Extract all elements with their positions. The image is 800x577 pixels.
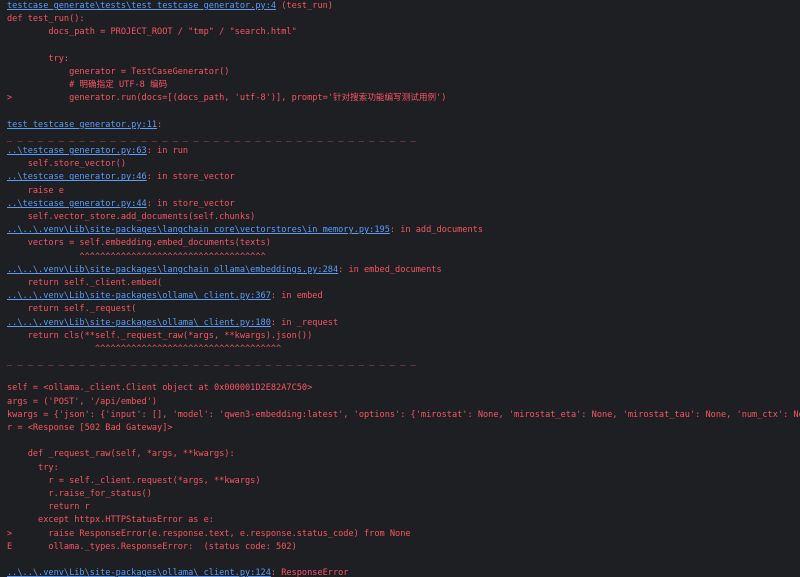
console-line-text: generator = TestCaseGenerator() bbox=[7, 66, 230, 77]
console-line: _ _ _ _ _ _ _ _ _ _ _ _ _ _ _ _ _ _ _ _ … bbox=[7, 132, 800, 145]
console-line: > generator.run(docs=[(docs_path, 'utf-8… bbox=[7, 92, 800, 105]
console-line-text: def _request_raw(self, *args, **kwargs): bbox=[7, 449, 235, 460]
console-line-text: self = <ollama._client.Client object at … bbox=[7, 383, 313, 394]
console-line: ..\..\.venv\Lib\site-packages\langchain_… bbox=[7, 224, 800, 237]
console-line: # 明确指定 UTF-8 编码 bbox=[7, 79, 800, 92]
console-line: r.raise_for_status() bbox=[7, 488, 800, 501]
console-line-text: E ollama._types.ResponseError: (status c… bbox=[7, 541, 297, 552]
console-line-text: > generator.run(docs=[(docs_path, 'utf-8… bbox=[7, 93, 447, 104]
console-line-text: args = ('POST', '/api/embed') bbox=[7, 396, 158, 407]
console-line: testcase_generate\tests\test_testcase_ge… bbox=[7, 0, 800, 13]
console-line: vectors = self.embedding.embed_documents… bbox=[7, 237, 800, 250]
console-line-text: return r bbox=[7, 502, 90, 513]
console-line-text: vectors = self.embedding.embed_documents… bbox=[7, 238, 271, 249]
console-line-text: _ _ _ _ _ _ _ _ _ _ _ _ _ _ _ _ _ _ _ _ … bbox=[7, 132, 416, 143]
console-line: return cls(**self._request_raw(*args, **… bbox=[7, 330, 800, 343]
console-line-text: except httpx.HTTPStatusError as e: bbox=[7, 515, 214, 526]
console-line: except httpx.HTTPStatusError as e: bbox=[7, 514, 800, 527]
console-line-text: try: bbox=[7, 462, 59, 473]
console-line: generator = TestCaseGenerator() bbox=[7, 66, 800, 79]
console-line: def _request_raw(self, *args, **kwargs): bbox=[7, 448, 800, 461]
console-line: self.vector_store.add_documents(self.chu… bbox=[7, 211, 800, 224]
console-output: testcase_generate\tests\test_testcase_ge… bbox=[0, 0, 800, 577]
traceback-file-link[interactable]: ..\..\.venv\Lib\site-packages\langchain_… bbox=[7, 225, 390, 235]
console-line-text: ^^^^^^^^^^^^^^^^^^^^^^^^^^^^^^^^^^^^ bbox=[7, 343, 282, 354]
traceback-file-link[interactable]: ..\testcase_generator.py:44 bbox=[7, 199, 147, 209]
console-line-text: : in store_vector bbox=[146, 172, 235, 183]
console-line: raise e bbox=[7, 185, 800, 198]
console-line-text: try: bbox=[7, 53, 70, 64]
traceback-file-link[interactable]: ..\..\.venv\Lib\site-packages\langchain_… bbox=[7, 265, 338, 275]
console-line-text: r.raise_for_status() bbox=[7, 488, 152, 499]
console-line: ..\..\.venv\Lib\site-packages\ollama\_cl… bbox=[7, 290, 800, 303]
console-line: kwargs = {'json': {'input': [], 'model':… bbox=[7, 409, 800, 422]
console-line-text: r = <Response [502 Bad Gateway]> bbox=[7, 423, 173, 433]
console-line-text: # 明确指定 UTF-8 编码 bbox=[7, 80, 168, 91]
console-line-text: : in _request bbox=[270, 317, 339, 328]
console-line: > raise ResponseError(e.response.text, e… bbox=[7, 528, 800, 541]
traceback-file-link[interactable]: ..\..\.venv\Lib\site-packages\ollama\_cl… bbox=[7, 291, 271, 301]
console-line-text: : bbox=[157, 119, 163, 130]
traceback-file-link[interactable]: ..\..\.venv\Lib\site-packages\ollama\_cl… bbox=[7, 568, 271, 577]
console-line: return self._request( bbox=[7, 303, 800, 316]
traceback-file-link[interactable]: ..\..\.venv\Lib\site-packages\ollama\_cl… bbox=[7, 318, 271, 328]
console-line-text: return self._client.embed( bbox=[7, 277, 163, 288]
console-line: return r bbox=[7, 501, 800, 514]
console-line-text: (test_run) bbox=[276, 1, 333, 11]
console-line: ..\testcase_generator.py:46: in store_ve… bbox=[7, 171, 800, 184]
console-line-text: self.vector_store.add_documents(self.chu… bbox=[7, 212, 256, 222]
console-line-text: : in add_documents bbox=[389, 225, 484, 236]
console-line-text: : in embed_documents bbox=[338, 264, 442, 275]
console-line-text: return cls(**self._request_raw(*args, **… bbox=[7, 330, 313, 341]
console-line-text: kwargs = {'json': {'input': [], 'model':… bbox=[7, 409, 800, 420]
console-line: E ollama._types.ResponseError: (status c… bbox=[7, 541, 800, 554]
console-line: ..\..\.venv\Lib\site-packages\ollama\_cl… bbox=[7, 567, 800, 577]
console-line: args = ('POST', '/api/embed') bbox=[7, 396, 800, 409]
console-line-text: : in run bbox=[146, 146, 189, 157]
console-line: def test_run(): bbox=[7, 13, 800, 26]
console-line: ..\testcase_generator.py:44: in store_ve… bbox=[7, 198, 800, 211]
console-line-text: return self._request( bbox=[7, 304, 137, 315]
console-line-text: def test_run(): bbox=[7, 14, 85, 25]
console-line: ..\..\.venv\Lib\site-packages\ollama\_cl… bbox=[7, 317, 800, 330]
console-line: return self._client.embed( bbox=[7, 277, 800, 290]
console-line-text: ^^^^^^^^^^^^^^^^^^^^^^^^^^^^^^^^^^^^ bbox=[7, 251, 266, 262]
console-line-text: docs_path = PROJECT_ROOT / "tmp" / "sear… bbox=[7, 27, 297, 38]
console-line-text: r = self._client.request(*args, **kwargs… bbox=[7, 475, 261, 486]
console-line: ^^^^^^^^^^^^^^^^^^^^^^^^^^^^^^^^^^^^ bbox=[7, 251, 800, 264]
console-line: ..\testcase_generator.py:63: in run bbox=[7, 145, 800, 158]
traceback-file-link[interactable]: ..\testcase_generator.py:46 bbox=[7, 172, 147, 182]
console-line-text: : ResponseError bbox=[270, 568, 349, 577]
console-line-text: self.store_vector() bbox=[7, 159, 126, 170]
traceback-file-link[interactable]: testcase_generate\tests\test_testcase_ge… bbox=[7, 1, 276, 11]
traceback-file-link[interactable]: ..\testcase_generator.py:63 bbox=[7, 146, 147, 156]
console-line-text: _ _ _ _ _ _ _ _ _ _ _ _ _ _ _ _ _ _ _ _ … bbox=[7, 357, 416, 368]
console-line: ^^^^^^^^^^^^^^^^^^^^^^^^^^^^^^^^^^^^ bbox=[7, 343, 800, 356]
console-line: _ _ _ _ _ _ _ _ _ _ _ _ _ _ _ _ _ _ _ _ … bbox=[7, 356, 800, 369]
console-line: ..\..\.venv\Lib\site-packages\langchain_… bbox=[7, 264, 800, 277]
console-line-text: : in embed bbox=[270, 291, 323, 302]
console-line-text: : in store_vector bbox=[146, 198, 235, 209]
console-line: r = <Response [502 Bad Gateway]> bbox=[7, 422, 800, 435]
console-line-text: raise e bbox=[7, 185, 64, 196]
console-line: self = <ollama._client.Client object at … bbox=[7, 382, 800, 395]
console-line-text: > raise ResponseError(e.response.text, e… bbox=[7, 528, 411, 539]
console-line: try: bbox=[7, 462, 800, 475]
console-line: self.store_vector() bbox=[7, 158, 800, 171]
traceback-file-link[interactable]: test_testcase_generator.py:11 bbox=[7, 120, 157, 130]
console-line: try: bbox=[7, 53, 800, 66]
console-line: docs_path = PROJECT_ROOT / "tmp" / "sear… bbox=[7, 26, 800, 39]
console-line: test_testcase_generator.py:11: bbox=[7, 119, 800, 132]
console-line: r = self._client.request(*args, **kwargs… bbox=[7, 475, 800, 488]
